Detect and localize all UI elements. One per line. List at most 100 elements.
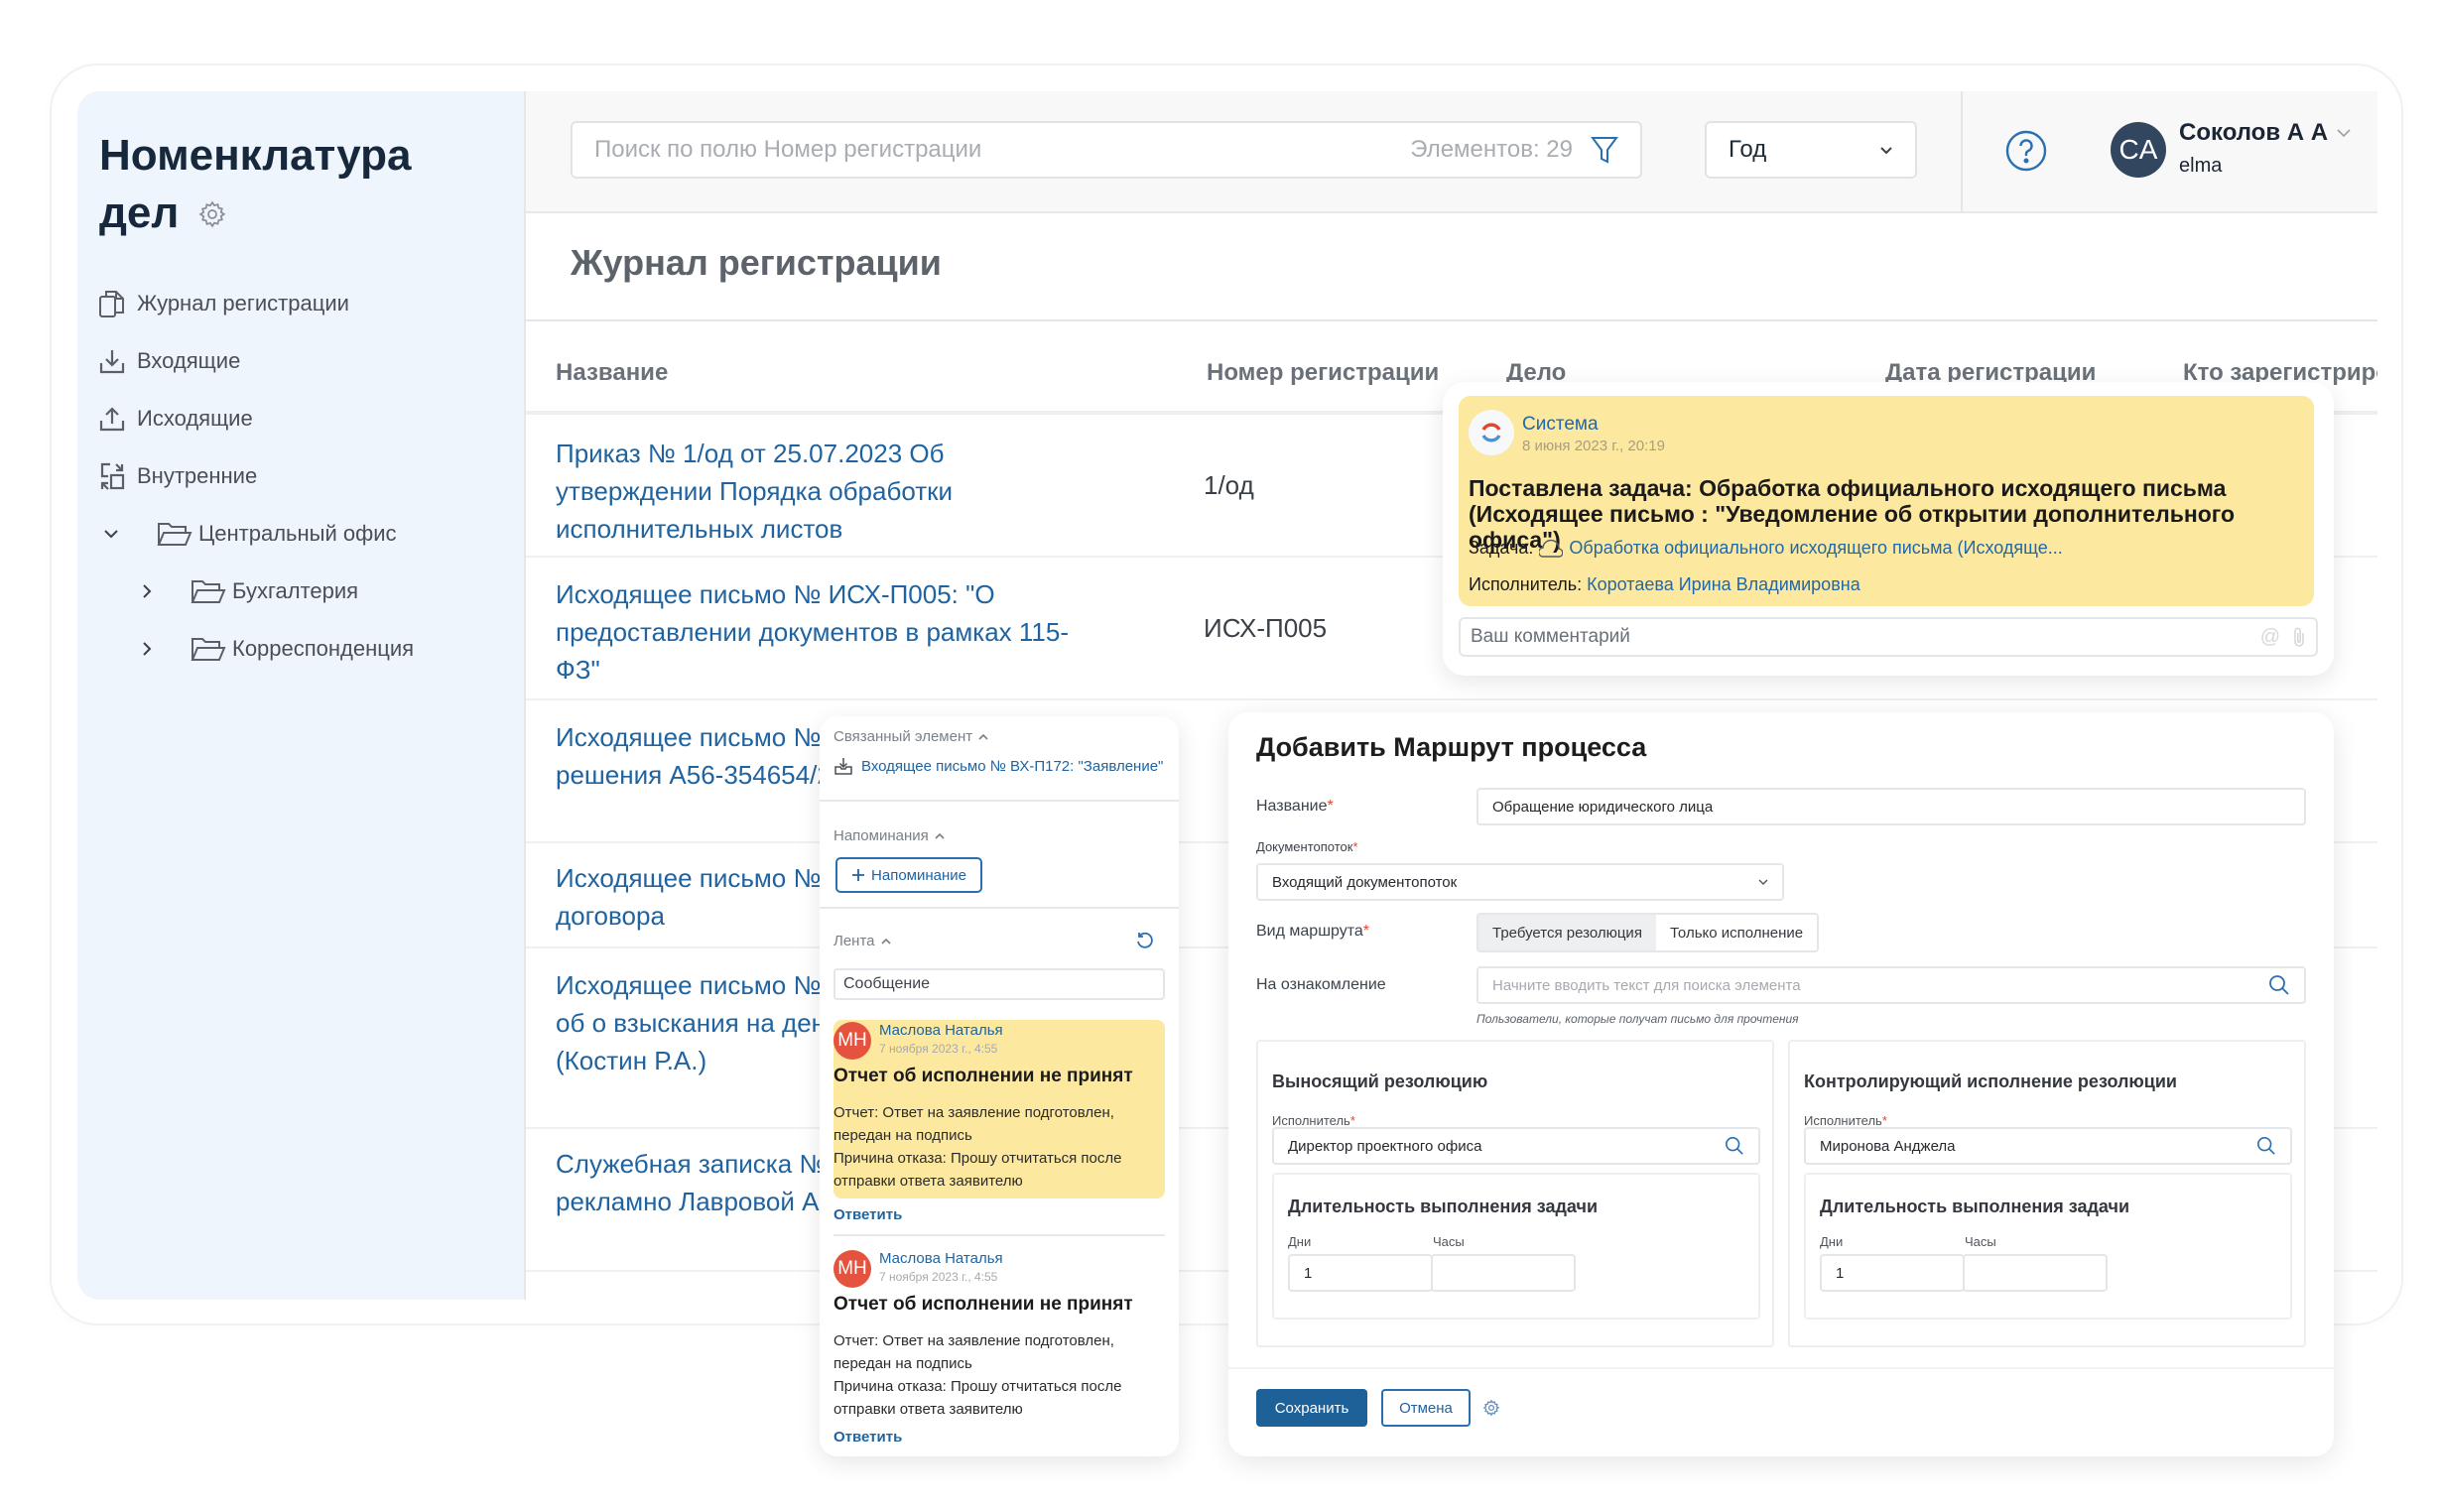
linked-element-link[interactable]: Входящее письмо № ВХ-П172: "Заявление" [861, 758, 1163, 775]
days-input[interactable]: 1 [1820, 1254, 1965, 1292]
attachment-icon[interactable] [2292, 626, 2306, 648]
column-header-name[interactable]: Название [556, 359, 668, 387]
days-input[interactable]: 1 [1288, 1254, 1433, 1292]
search-icon[interactable] [2268, 974, 2290, 996]
executor-field[interactable]: Миронова Анджела [1804, 1127, 2292, 1165]
message-input[interactable]: Сообщение [834, 968, 1165, 1000]
sidebar-item-outgoing[interactable]: Исходящие [97, 390, 514, 447]
search-icon[interactable] [2256, 1136, 2276, 1156]
flow-select[interactable]: Входящий документопоток [1256, 863, 1784, 901]
comment-input[interactable]: Ваш комментарий @ [1459, 617, 2318, 657]
feed-panel: Связанный элемент Входящее письмо № ВХ-П… [820, 716, 1179, 1456]
required-mark: * [1881, 1113, 1887, 1128]
route-type-label: Вид маршрута* [1256, 923, 1369, 941]
post-reason: Причина отказа: Прошу отчитаться после о… [834, 1150, 1122, 1190]
name-field[interactable]: Обращение юридического лица [1476, 788, 2306, 825]
reminders-label: Напоминания [834, 827, 929, 844]
required-mark: * [1352, 839, 1358, 854]
comment-placeholder: Ваш комментарий [1471, 626, 1630, 647]
divider [820, 907, 1179, 909]
help-icon[interactable] [2004, 129, 2048, 173]
required-mark: * [1327, 798, 1334, 815]
settings-gear-icon[interactable] [1482, 1399, 1500, 1417]
flow-label-text: Документопоток [1256, 839, 1353, 854]
linked-element[interactable]: Входящее письмо № ВХ-П172: "Заявление" [834, 756, 1163, 776]
chevron-right-icon[interactable] [137, 639, 157, 659]
chevron-right-icon[interactable] [137, 581, 157, 601]
divider [526, 319, 2377, 321]
executor-link[interactable]: Коротаева Ирина Владимировна [1587, 574, 1860, 594]
divider [834, 1234, 1165, 1236]
sidebar-item-label: Внутренние [137, 463, 258, 488]
post-author[interactable]: Маслова Наталья [879, 1250, 1003, 1267]
notification-card: Система 8 июня 2023 г., 20:19 Поставлена… [1443, 382, 2334, 676]
reply-link[interactable]: Ответить [834, 1429, 902, 1446]
sidebar-item-internal[interactable]: Внутренние [97, 447, 514, 505]
reply-link[interactable]: Ответить [834, 1206, 902, 1223]
user-avatar[interactable]: CA [2111, 122, 2166, 178]
required-mark: * [1349, 1113, 1355, 1128]
task-cloud-icon [1539, 539, 1564, 558]
save-button[interactable]: Сохранить [1256, 1389, 1367, 1427]
cancel-button[interactable]: Отмена [1381, 1389, 1471, 1427]
message-placeholder: Сообщение [843, 975, 931, 992]
copy-documents-icon [97, 289, 127, 318]
row-name-link[interactable]: Исходящее письмо № ИСХ-П005: "О предоста… [556, 575, 1072, 689]
executor-label: Исполнитель* [1804, 1113, 1887, 1128]
tree-item-accounting[interactable]: Бухгалтерия [97, 563, 514, 620]
feed-section[interactable]: Лента [834, 933, 891, 949]
reminders-section[interactable]: Напоминания [834, 827, 945, 844]
settings-gear-icon[interactable] [197, 199, 227, 229]
review-search-input[interactable]: Начните вводить текст для поиска элемент… [1476, 966, 2306, 1004]
days-label: Дни [1288, 1234, 1312, 1249]
row-number: ИСХ-П005 [1204, 613, 1328, 643]
chevron-up-icon [935, 832, 945, 839]
route-type-toggle: Требуется резолюция Только исполнение [1476, 913, 1820, 952]
author-avatar[interactable]: МН [834, 1250, 871, 1288]
folder-icon [191, 577, 226, 605]
post-date: 7 ноября 2023 г., 4:55 [879, 1042, 998, 1056]
task-link[interactable]: Обработка официального исходящего письма… [1569, 538, 2062, 559]
sidebar-item-label: Журнал регистрации [137, 291, 349, 315]
author-avatar[interactable]: МН [834, 1022, 871, 1060]
filter-icon[interactable] [1591, 135, 1618, 165]
post-title: Отчет об исполнении не принят [834, 1294, 1133, 1315]
review-placeholder: Начните вводить текст для поиска элемент… [1492, 976, 1801, 994]
refresh-icon[interactable] [1135, 931, 1155, 950]
add-reminder-button[interactable]: Напоминание [835, 857, 982, 893]
row-name-link[interactable]: Приказ № 1/од от 25.07.2023 Об утвержден… [556, 435, 1072, 548]
sidebar-item-registration-log[interactable]: Журнал регистрации [97, 275, 514, 332]
hours-label: Часы [1965, 1234, 1996, 1249]
page-title: Журнал регистрации [571, 242, 942, 283]
executor-label-text: Исполнитель [1804, 1113, 1882, 1128]
search-icon[interactable] [1725, 1136, 1744, 1156]
notification-author[interactable]: Система [1522, 414, 1599, 436]
post-text: Отчет: Ответ на заявление подготовлен, п… [834, 1329, 1151, 1421]
period-select[interactable]: Год [1705, 121, 1917, 179]
incoming-letter-icon [834, 758, 852, 775]
column-header-number[interactable]: Номер регистрации [1207, 359, 1439, 387]
hours-input[interactable] [1431, 1254, 1576, 1292]
route-option-resolution[interactable]: Требуется резолюция [1478, 915, 1656, 950]
sidebar: Номенклатура дел Журнал регистрации Вход… [77, 91, 526, 1300]
duration-box: Длительность выполнения задачи Дни Часы … [1804, 1173, 2292, 1320]
tree-item-correspondence[interactable]: Корреспонденция [97, 620, 514, 678]
executor-field[interactable]: Директор проектного офиса [1272, 1127, 1760, 1165]
route-option-execution-only[interactable]: Только исполнение [1656, 915, 1817, 950]
notification-task: Задача: Обработка официального исходящег… [1469, 538, 2063, 559]
plus-icon [852, 869, 865, 881]
mention-icon[interactable]: @ [2260, 626, 2280, 649]
sidebar-item-incoming[interactable]: Входящие [97, 332, 514, 390]
post-author[interactable]: Маслова Наталья [879, 1022, 1003, 1039]
linked-element-section[interactable]: Связанный элемент [834, 728, 988, 745]
user-menu[interactable]: Соколов А А [2179, 119, 2352, 147]
elements-count: Элементов: 29 [1410, 136, 1573, 163]
chevron-down-icon[interactable] [101, 524, 121, 544]
tree-item-central-office[interactable]: Центральный офис [97, 505, 514, 563]
executor-label: Исполнитель* [1272, 1113, 1355, 1128]
search-input[interactable]: Поиск по полю Номер регистрации Элементо… [571, 121, 1642, 179]
header-divider [1961, 91, 1963, 213]
post-report: Отчет: Ответ на заявление подготовлен, п… [834, 1332, 1114, 1372]
days-label: Дни [1820, 1234, 1844, 1249]
hours-input[interactable] [1963, 1254, 2108, 1292]
